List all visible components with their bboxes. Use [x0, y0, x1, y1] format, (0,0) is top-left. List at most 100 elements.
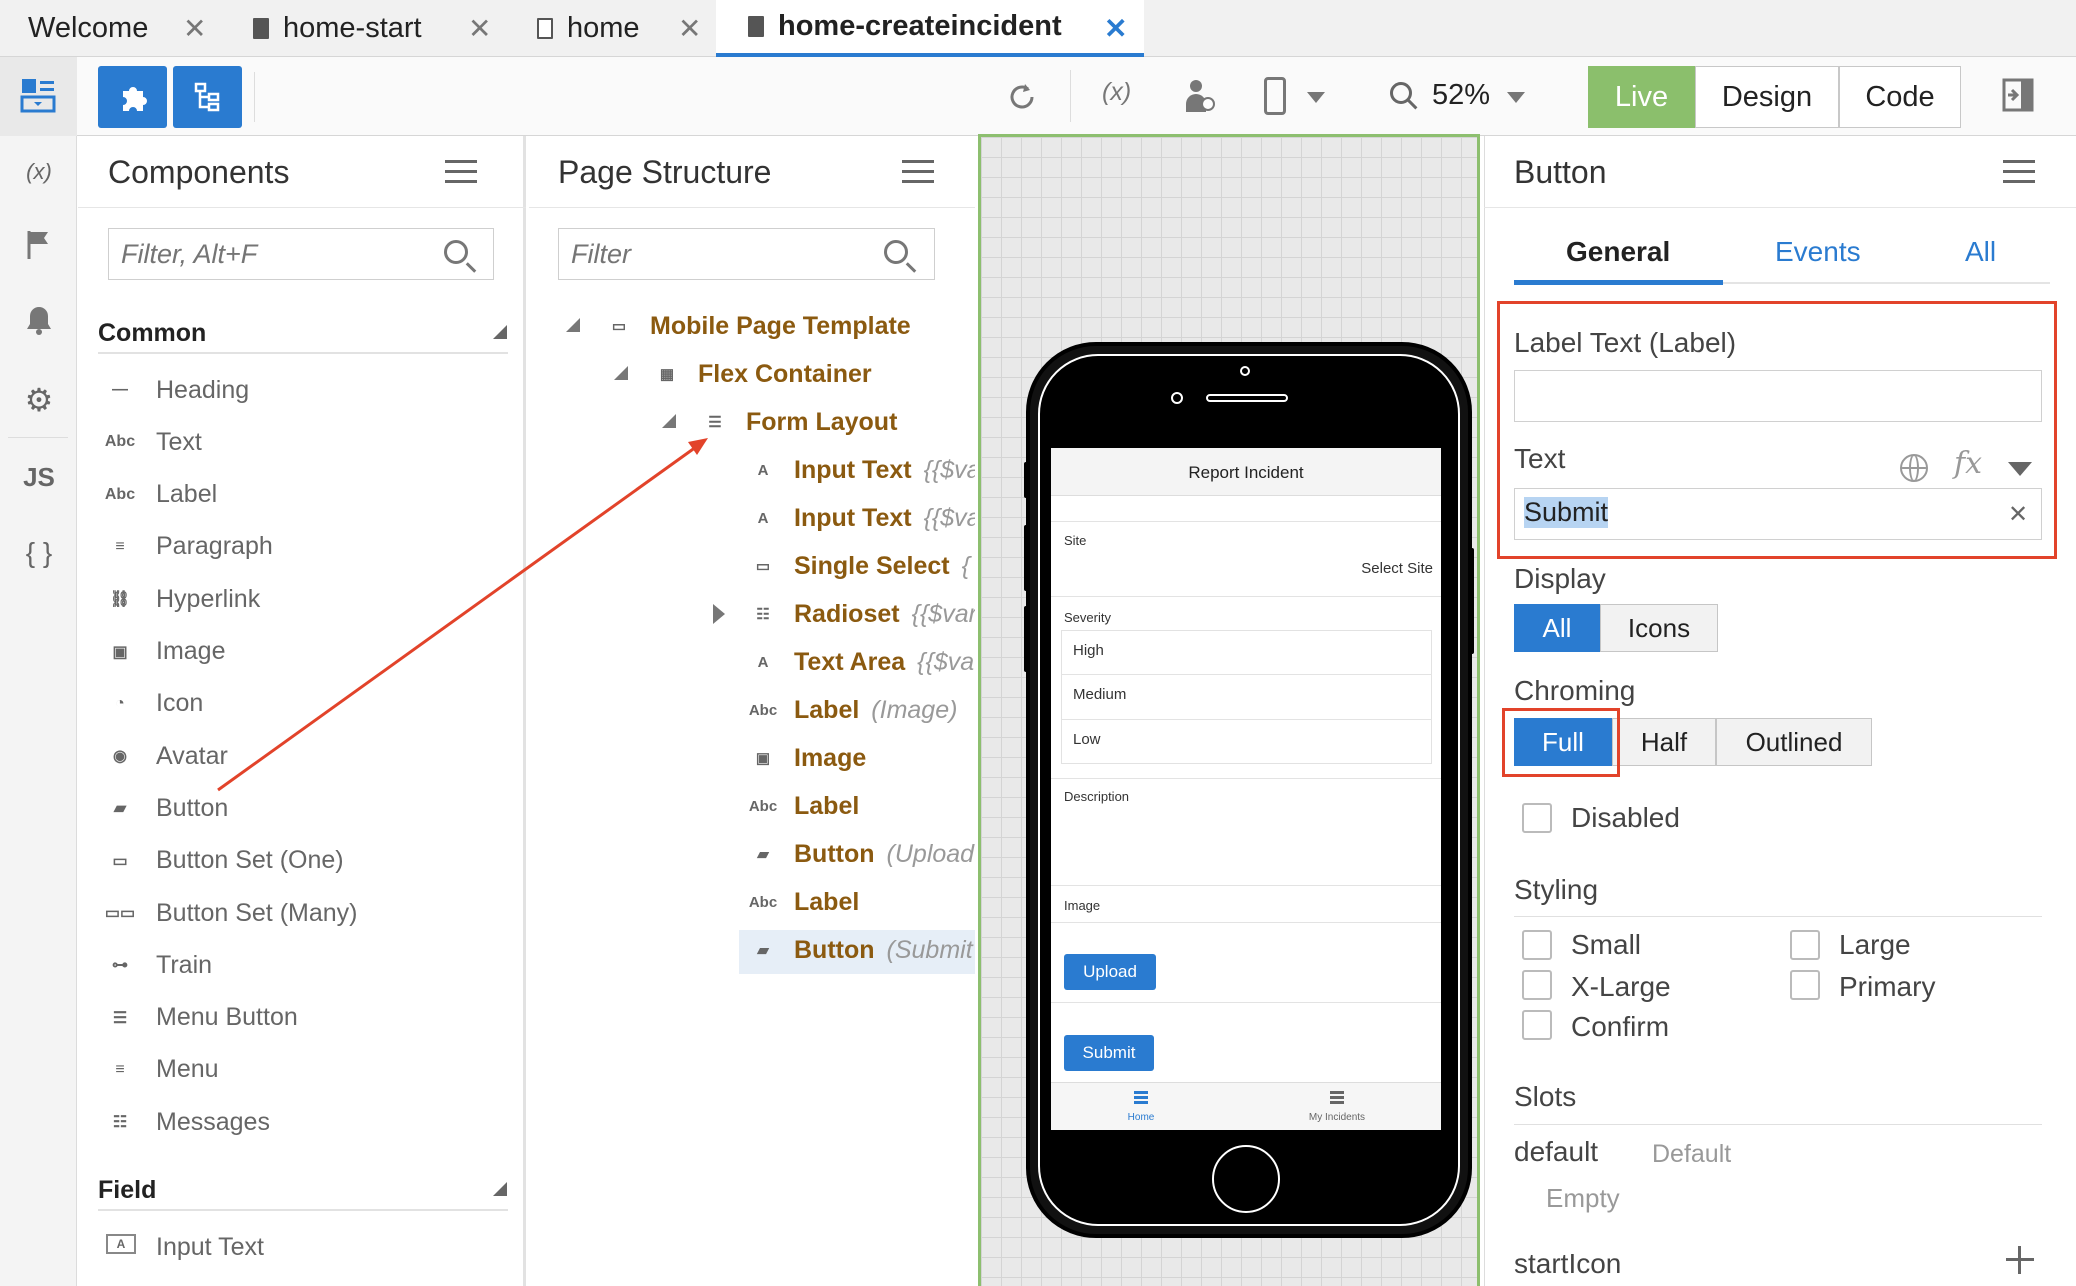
tab-welcome-close-icon[interactable]: ✕ — [183, 0, 206, 57]
tree-expanded-icon[interactable] — [662, 414, 676, 428]
severity-option[interactable]: Medium — [1073, 686, 1126, 703]
tree-expanded-icon[interactable] — [566, 318, 580, 332]
structure-node[interactable]: Form Layout — [746, 402, 897, 442]
structure-node[interactable]: Text Area {{$va — [794, 642, 974, 682]
site-select[interactable]: Select Site — [1361, 560, 1433, 577]
code-mode-button[interactable]: Code — [1839, 66, 1961, 128]
component-item-paragraph[interactable]: Paragraph — [156, 527, 273, 567]
tab-all[interactable]: All — [1965, 236, 1996, 268]
structure-node[interactable]: Flex Container — [698, 354, 872, 394]
component-item-button-set-many[interactable]: Button Set (Many) — [156, 893, 357, 933]
tree-expanded-icon[interactable] — [614, 366, 628, 380]
component-item-avatar[interactable]: Avatar — [156, 736, 228, 776]
tree-collapsed-icon[interactable] — [713, 604, 725, 624]
display-icons-button[interactable]: Icons — [1600, 604, 1718, 652]
zoom-dropdown-icon[interactable] — [1507, 92, 1525, 103]
collapse-properties-icon[interactable] — [2002, 78, 2034, 112]
tab-home-createincident-close-icon[interactable]: ✕ — [1104, 0, 1127, 57]
variables-rail-icon[interactable]: (x) — [20, 153, 58, 191]
chroming-half-button[interactable]: Half — [1612, 718, 1716, 766]
home-nav-icon[interactable] — [1134, 1091, 1148, 1105]
structure-node[interactable]: Mobile Page Template — [650, 306, 911, 346]
text-input-value[interactable]: Submit — [1524, 497, 1609, 528]
page-designer-icon[interactable] — [20, 77, 56, 113]
structure-node[interactable]: Image — [794, 738, 866, 778]
large-checkbox[interactable] — [1790, 930, 1820, 960]
component-item-button[interactable]: Button — [156, 788, 228, 828]
flag-icon[interactable] — [20, 229, 58, 267]
components-menu-icon[interactable] — [445, 160, 477, 186]
nav-incidents-label[interactable]: My Incidents — [1287, 1112, 1387, 1123]
severity-option[interactable]: High — [1073, 642, 1104, 659]
zoom-level[interactable]: 52% — [1432, 79, 1490, 112]
display-all-button[interactable]: All — [1514, 604, 1600, 652]
component-item-menu-button[interactable]: Menu Button — [156, 998, 298, 1038]
structure-node[interactable]: Button (Submit — [794, 930, 973, 970]
field-section-title[interactable]: Field — [98, 1176, 156, 1205]
component-item-hyperlink[interactable]: Hyperlink — [156, 579, 260, 619]
styling-label: Styling — [1514, 874, 1599, 905]
structure-node[interactable]: Input Text {{$va — [794, 450, 975, 490]
component-item-input-text[interactable]: Input Text — [156, 1227, 264, 1267]
properties-menu-icon[interactable] — [2003, 160, 2035, 186]
structure-node[interactable]: Button (Upload — [794, 834, 974, 874]
structure-node[interactable]: Label — [794, 786, 859, 826]
globe-icon[interactable] — [1900, 454, 1928, 482]
tab-welcome[interactable]: Welcome — [28, 0, 148, 57]
mobile-device-icon[interactable] — [1264, 77, 1286, 115]
live-mode-button[interactable]: Live — [1588, 66, 1695, 128]
component-item-messages[interactable]: Messages — [156, 1102, 270, 1142]
expression-fx-icon[interactable]: fx — [1954, 446, 1982, 481]
common-section-title[interactable]: Common — [98, 319, 206, 348]
component-item-menu[interactable]: Menu — [156, 1050, 219, 1090]
refresh-icon[interactable] — [1005, 80, 1039, 114]
chroming-outlined-button[interactable]: Outlined — [1716, 718, 1872, 766]
components-toggle-button[interactable] — [98, 66, 167, 128]
site-label: Site — [1064, 533, 1087, 548]
component-item-heading[interactable]: Heading — [156, 370, 249, 410]
notification-bell-icon[interactable] — [20, 304, 58, 342]
component-item-image[interactable]: Image — [156, 632, 225, 672]
small-checkbox[interactable] — [1522, 930, 1552, 960]
tab-home-start[interactable]: home-start — [253, 0, 422, 57]
structure-node[interactable]: Radioset {{$var — [794, 594, 975, 634]
submit-button[interactable]: Submit — [1064, 1035, 1154, 1071]
component-item-train[interactable]: Train — [156, 945, 212, 985]
design-mode-button[interactable]: Design — [1695, 66, 1839, 128]
tab-general[interactable]: General — [1566, 236, 1670, 268]
tab-events[interactable]: Events — [1775, 236, 1861, 268]
component-item-label[interactable]: Label — [156, 475, 217, 515]
section-collapse-icon[interactable] — [493, 1182, 507, 1196]
form-divider — [1051, 778, 1441, 779]
device-dropdown-icon[interactable] — [1307, 92, 1325, 103]
component-item-text[interactable]: Text — [156, 422, 202, 462]
section-collapse-icon[interactable] — [493, 325, 507, 339]
incidents-nav-icon[interactable] — [1330, 1091, 1344, 1105]
structure-node[interactable]: Label (Image) — [794, 690, 957, 730]
structure-node[interactable]: Single Select { — [794, 546, 970, 586]
structure-node[interactable]: Label — [794, 882, 859, 922]
structure-node[interactable]: Input Text {{$va — [794, 498, 975, 538]
tab-home-start-close-icon[interactable]: ✕ — [468, 0, 491, 57]
clear-text-icon[interactable]: ✕ — [2008, 500, 2028, 529]
primary-checkbox[interactable] — [1790, 970, 1820, 1000]
component-item-icon[interactable]: Icon — [156, 684, 203, 724]
json-braces-icon[interactable]: { } — [20, 534, 58, 572]
variables-icon[interactable]: (x) — [1102, 78, 1142, 114]
role-user-icon[interactable] — [1184, 78, 1216, 114]
component-item-button-set-one[interactable]: Button Set (One) — [156, 841, 344, 881]
components-filter-input[interactable] — [108, 228, 494, 280]
disabled-checkbox[interactable] — [1522, 803, 1552, 833]
severity-option[interactable]: Low — [1073, 731, 1101, 748]
nav-home-label[interactable]: Home — [1108, 1112, 1174, 1123]
upload-button[interactable]: Upload — [1064, 954, 1156, 990]
label-text-input[interactable] — [1514, 370, 2042, 422]
phone-screen: Report Incident Site Select Site Severit… — [1051, 448, 1441, 1130]
confirm-checkbox[interactable] — [1522, 1010, 1552, 1040]
search-icon[interactable] — [444, 240, 468, 264]
settings-gear-icon[interactable]: ⚙ — [20, 381, 58, 419]
javascript-icon[interactable]: JS — [20, 458, 58, 496]
text-options-dropdown-icon[interactable] — [2008, 462, 2032, 476]
x-large-checkbox[interactable] — [1522, 970, 1552, 1000]
structure-toggle-button[interactable] — [173, 66, 242, 128]
